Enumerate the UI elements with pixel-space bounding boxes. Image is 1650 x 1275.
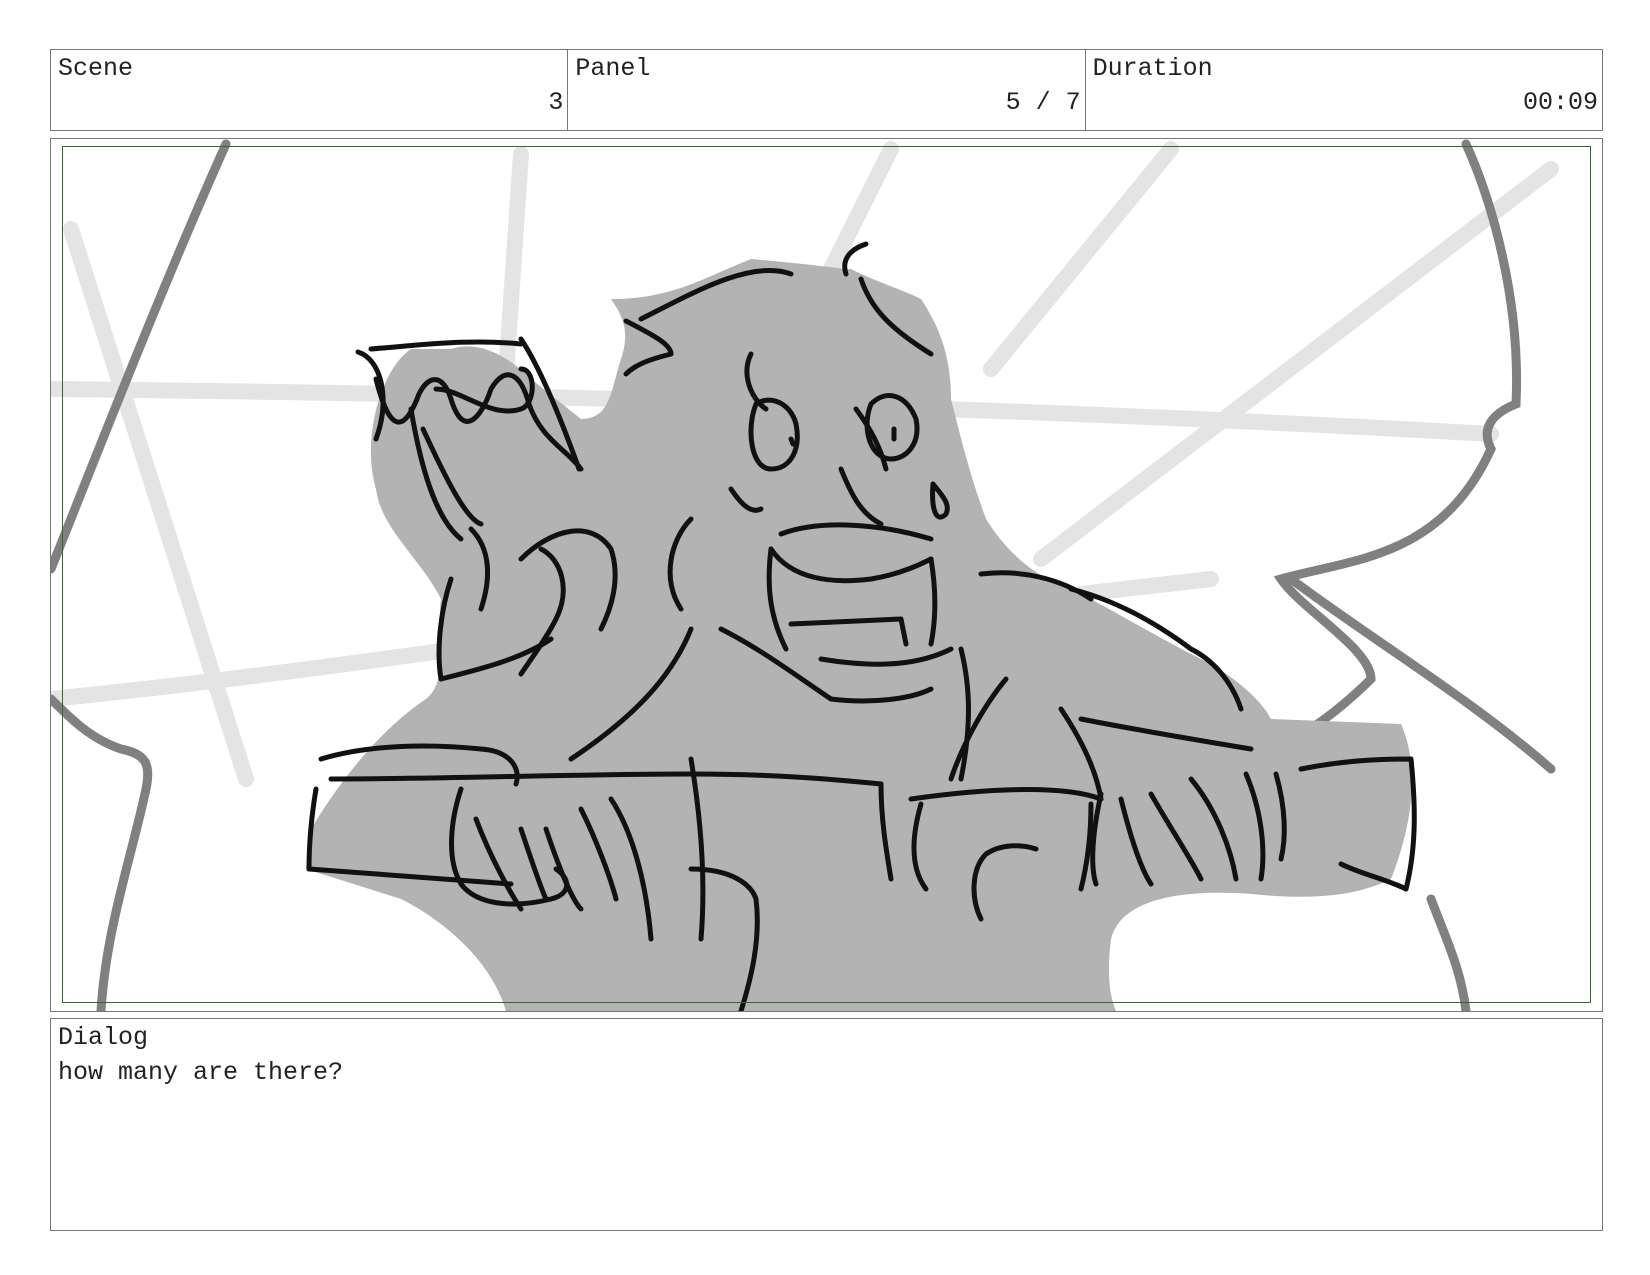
- character-fill: [306, 259, 1412, 1011]
- duration-label: Duration: [1092, 54, 1213, 83]
- panel-value: 5 / 7: [1005, 88, 1081, 117]
- duration-value: 00:09: [1522, 88, 1598, 117]
- duration-cell: Duration 00:09: [1086, 50, 1602, 130]
- panel-cell: Panel 5 / 7: [568, 50, 1086, 130]
- panel-info-header: Scene 3 Panel 5 / 7 Duration 00:09: [50, 49, 1603, 131]
- storyboard-sketch: [51, 139, 1559, 1011]
- storyboard-panel: [50, 138, 1603, 1012]
- dialog-text: how many are there?: [58, 1058, 344, 1087]
- dialog-box: Dialog how many are there?: [50, 1018, 1603, 1231]
- scene-cell: Scene 3: [51, 50, 569, 130]
- panel-label: Panel: [575, 54, 651, 83]
- dialog-label: Dialog: [58, 1023, 149, 1052]
- scene-label: Scene: [58, 54, 134, 83]
- scene-value: 3: [548, 88, 564, 117]
